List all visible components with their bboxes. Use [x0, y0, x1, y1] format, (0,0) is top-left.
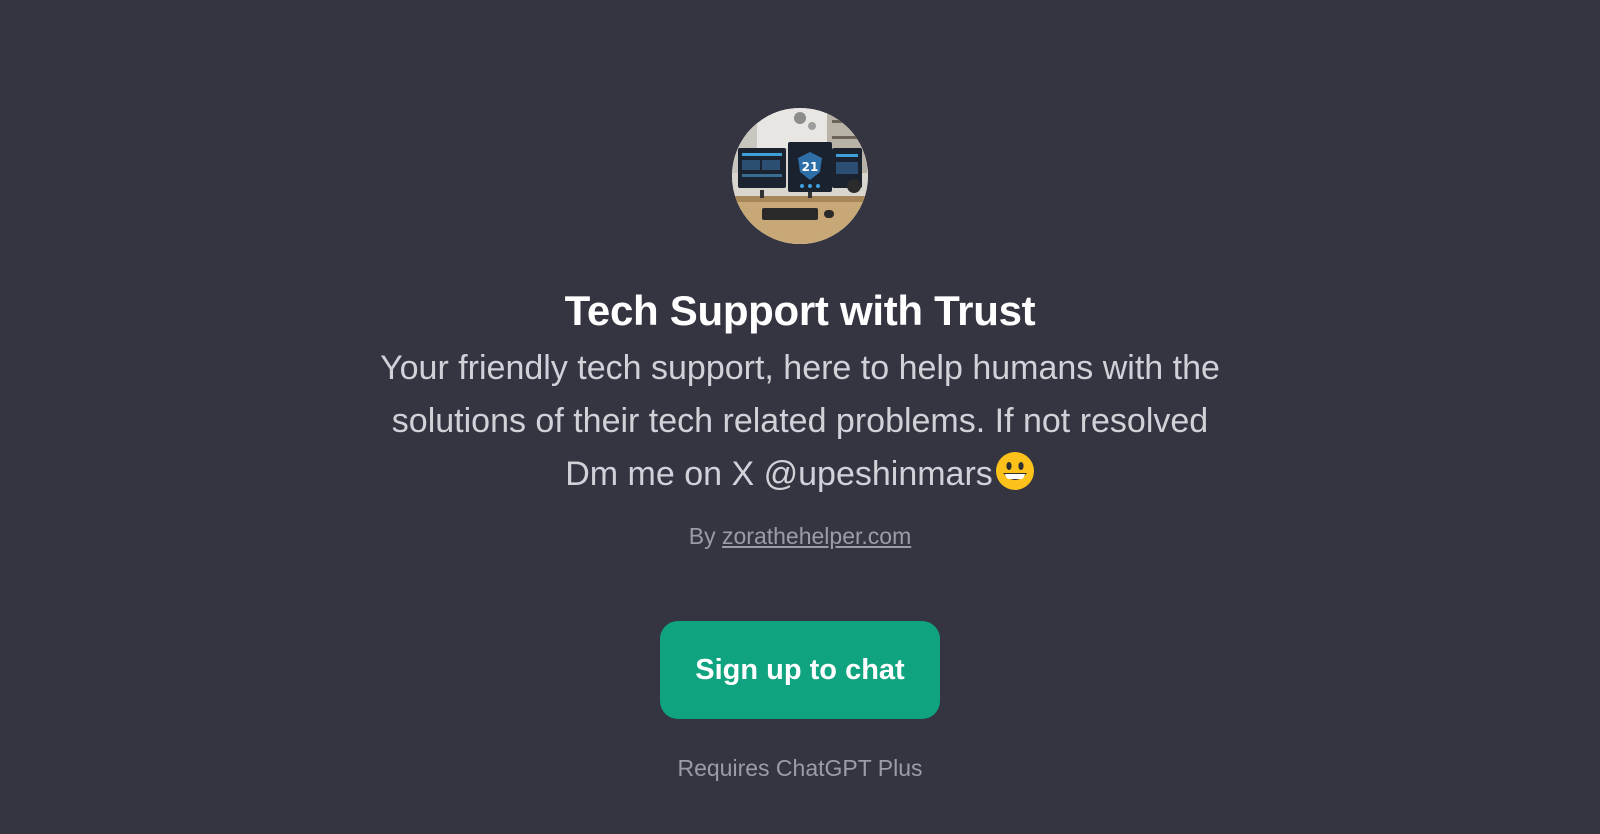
gpt-description-text: Your friendly tech support, here to help…: [380, 349, 1220, 493]
requires-plus-note: Requires ChatGPT Plus: [677, 755, 923, 781]
sign-up-to-chat-button[interactable]: Sign up to chat: [660, 621, 940, 719]
gpt-byline: By zorathehelper.com: [689, 521, 911, 551]
gpt-title: Tech Support with Trust: [564, 287, 1036, 334]
author-link[interactable]: zorathehelper.com: [722, 523, 911, 549]
gpt-landing-page: 21 Tech Support with Trust Your friendly…: [0, 0, 1600, 834]
byline-prefix: By: [688, 523, 716, 549]
gpt-description: Your friendly tech support, here to help…: [370, 342, 1230, 501]
svg-text:21: 21: [802, 160, 819, 174]
tech-support-workstation-avatar-icon: 21: [732, 108, 868, 244]
grinning-face-emoji-icon: [995, 452, 1034, 490]
gpt-avatar: 21: [732, 108, 868, 244]
